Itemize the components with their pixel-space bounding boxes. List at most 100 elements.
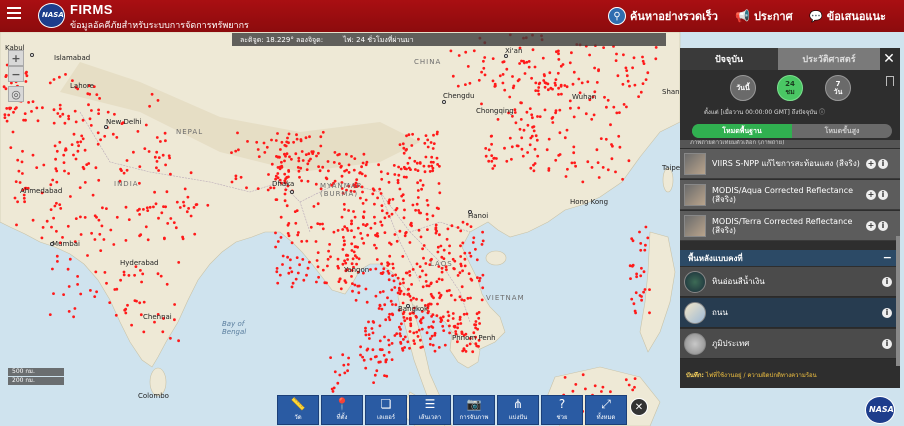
fire-dot[interactable] <box>387 315 391 319</box>
fire-dot[interactable] <box>468 81 472 85</box>
fire-dot[interactable] <box>419 318 423 321</box>
fire-dot[interactable] <box>554 158 558 162</box>
fire-dot[interactable] <box>112 243 116 246</box>
fire-dot[interactable] <box>406 340 410 344</box>
fire-dot[interactable] <box>97 108 100 112</box>
fire-dot[interactable] <box>105 207 108 211</box>
fire-dot[interactable] <box>428 170 432 173</box>
fire-dot[interactable] <box>183 187 187 191</box>
fire-dot[interactable] <box>185 210 189 214</box>
fire-dot[interactable] <box>336 257 340 261</box>
fire-dot[interactable] <box>531 116 534 120</box>
fire-dot[interactable] <box>386 296 389 300</box>
fire-dot[interactable] <box>166 222 170 225</box>
fire-dot[interactable] <box>143 147 147 150</box>
fire-dot[interactable] <box>402 216 406 220</box>
fire-dot[interactable] <box>625 105 628 109</box>
fire-dot[interactable] <box>361 161 365 165</box>
fire-dot[interactable] <box>551 87 554 91</box>
fire-dot[interactable] <box>388 312 391 316</box>
fire-dot[interactable] <box>533 147 537 151</box>
fire-dot[interactable] <box>421 269 424 273</box>
fire-dot[interactable] <box>387 262 391 266</box>
fire-dot[interactable] <box>440 270 444 274</box>
fire-dot[interactable] <box>513 111 517 114</box>
fire-dot[interactable] <box>332 230 336 234</box>
fire-dot[interactable] <box>492 157 496 160</box>
fire-dot[interactable] <box>306 266 310 270</box>
fire-dot[interactable] <box>369 357 373 361</box>
fire-dot[interactable] <box>408 156 412 160</box>
fire-dot[interactable] <box>510 145 514 149</box>
fire-dot[interactable] <box>532 169 536 173</box>
fire-dot[interactable] <box>424 134 428 137</box>
fire-dot[interactable] <box>155 166 158 170</box>
fire-dot[interactable] <box>367 333 371 336</box>
fire-dot[interactable] <box>287 271 291 275</box>
fire-dot[interactable] <box>295 209 299 213</box>
fire-dot[interactable] <box>390 342 394 345</box>
fire-dot[interactable] <box>419 346 423 349</box>
fire-dot[interactable] <box>518 62 521 65</box>
fire-dot[interactable] <box>287 170 291 173</box>
fire-dot[interactable] <box>22 196 26 200</box>
fire-dot[interactable] <box>315 280 318 284</box>
fire-dot[interactable] <box>459 255 463 258</box>
fire-dot[interactable] <box>396 178 400 182</box>
fire-dot[interactable] <box>586 80 590 84</box>
fire-dot[interactable] <box>98 232 102 236</box>
fire-dot[interactable] <box>558 153 562 156</box>
fire-dot[interactable] <box>314 240 318 243</box>
fire-dot[interactable] <box>290 241 294 245</box>
fire-dot[interactable] <box>448 244 451 248</box>
fire-dot[interactable] <box>290 157 293 161</box>
fire-dot[interactable] <box>58 107 62 111</box>
fire-dot[interactable] <box>353 215 357 219</box>
fire-dot[interactable] <box>295 133 298 137</box>
fire-dot[interactable] <box>142 208 145 211</box>
fire-dot[interactable] <box>543 108 547 112</box>
fire-dot[interactable] <box>609 123 612 127</box>
fire-dot[interactable] <box>13 107 17 111</box>
fire-dot[interactable] <box>316 202 320 206</box>
fire-dot[interactable] <box>624 378 628 382</box>
fire-dot[interactable] <box>510 157 513 161</box>
fire-dot[interactable] <box>409 324 413 328</box>
fire-dot[interactable] <box>392 279 396 283</box>
fire-dot[interactable] <box>94 166 98 170</box>
fire-dot[interactable] <box>245 186 248 190</box>
fire-dot[interactable] <box>534 81 538 85</box>
fire-dot[interactable] <box>397 286 401 290</box>
fire-dot[interactable] <box>581 180 585 184</box>
fire-dot[interactable] <box>333 151 337 154</box>
fire-dot[interactable] <box>641 55 644 59</box>
fire-dot[interactable] <box>89 289 92 292</box>
fire-dot[interactable] <box>285 140 289 144</box>
fire-dot[interactable] <box>618 145 622 149</box>
quick-search-button[interactable]: ⚲ ค้นหาอย่างรวดเร็ว <box>608 7 718 25</box>
fire-dot[interactable] <box>387 215 391 218</box>
fire-dot[interactable] <box>164 163 168 167</box>
fire-dot[interactable] <box>74 217 78 221</box>
fire-dot[interactable] <box>102 238 106 241</box>
fire-dot[interactable] <box>378 324 382 328</box>
fire-dot[interactable] <box>635 275 638 279</box>
fire-dot[interactable] <box>641 82 645 85</box>
fire-dot[interactable] <box>394 208 398 212</box>
fire-dot[interactable] <box>383 231 387 235</box>
fire-dot[interactable] <box>286 136 289 140</box>
fire-dot[interactable] <box>643 248 647 252</box>
fire-dot[interactable] <box>414 208 417 212</box>
fire-dot[interactable] <box>600 390 603 393</box>
fire-dot[interactable] <box>456 326 459 330</box>
fire-dot[interactable] <box>206 203 210 207</box>
fire-dot[interactable] <box>148 205 152 209</box>
fire-dot[interactable] <box>402 175 406 179</box>
fire-dot[interactable] <box>425 212 429 216</box>
fire-dot[interactable] <box>364 198 368 202</box>
fire-dot[interactable] <box>106 110 110 114</box>
fire-dot[interactable] <box>439 244 443 248</box>
fire-dot[interactable] <box>475 258 479 262</box>
fire-dot[interactable] <box>276 172 280 175</box>
fire-dot[interactable] <box>460 285 464 289</box>
